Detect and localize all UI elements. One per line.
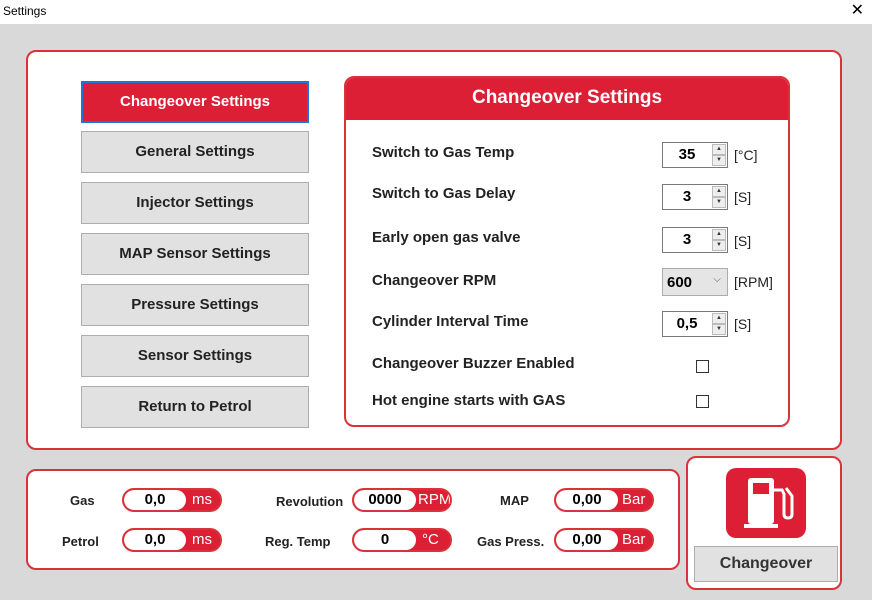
nav-map-sensor-settings[interactable]: MAP Sensor Settings (81, 233, 309, 275)
readouts-panel: Gas 0,0 ms Petrol 0,0 ms Revolution 0000… (26, 469, 680, 570)
gas-temp-arrows[interactable]: ▲ ▼ (712, 144, 726, 166)
changeover-panel: Changeover (686, 456, 842, 590)
cylinder-interval-value[interactable]: 0,5 (663, 312, 711, 336)
gas-readout-value: 0,0 (124, 490, 186, 510)
cylinder-interval-arrows[interactable]: ▲ ▼ (712, 313, 726, 335)
hot-engine-label: Hot engine starts with GAS (372, 392, 566, 409)
buzzer-label: Changeover Buzzer Enabled (372, 355, 575, 372)
hot-engine-checkbox[interactable] (696, 395, 709, 408)
changeover-button[interactable]: Changeover (694, 546, 838, 582)
spin-up-icon[interactable]: ▲ (712, 144, 726, 155)
spin-up-icon[interactable]: ▲ (712, 186, 726, 197)
gas-press-readout-unit: Bar (622, 531, 646, 548)
reg-temp-readout-label: Reg. Temp (265, 534, 331, 549)
spin-up-icon[interactable]: ▲ (712, 229, 726, 240)
changeover-rpm-value[interactable]: 600 (667, 274, 692, 291)
map-readout-label: MAP (500, 493, 529, 508)
gas-delay-value[interactable]: 3 (663, 185, 711, 209)
gas-press-readout-label: Gas Press. (477, 534, 545, 549)
early-open-arrows[interactable]: ▲ ▼ (712, 229, 726, 251)
revolution-readout: 0000 RPM (352, 488, 452, 512)
reg-temp-readout-value: 0 (354, 530, 416, 550)
cylinder-interval-unit: [S] (734, 316, 752, 332)
spin-up-icon[interactable]: ▲ (712, 313, 726, 324)
changeover-settings-panel: Changeover Settings Switch to Gas Temp 3… (344, 76, 790, 427)
early-open-value[interactable]: 3 (663, 228, 711, 252)
window-title: Settings (3, 4, 47, 18)
changeover-rpm-unit: [RPM] (734, 274, 773, 290)
gas-readout-label: Gas (70, 493, 95, 508)
nav-changeover-settings[interactable]: Changeover Settings (81, 81, 309, 123)
revolution-readout-label: Revolution (276, 494, 344, 509)
spin-down-icon[interactable]: ▼ (712, 197, 726, 208)
gas-press-readout-value: 0,00 (556, 530, 618, 550)
gas-temp-value[interactable]: 35 (663, 143, 711, 167)
cylinder-interval-stepper[interactable]: 0,5 ▲ ▼ (662, 311, 728, 337)
gas-readout: 0,0 ms (122, 488, 222, 512)
close-icon[interactable]: ✕ (851, 2, 864, 20)
revolution-readout-value: 0000 (354, 490, 416, 510)
map-readout-value: 0,00 (556, 490, 618, 510)
early-open-stepper[interactable]: 3 ▲ ▼ (662, 227, 728, 253)
nav-sensor-settings[interactable]: Sensor Settings (81, 335, 309, 377)
gas-temp-label: Switch to Gas Temp (372, 144, 515, 161)
changeover-rpm-label: Changeover RPM (372, 272, 497, 289)
revolution-readout-unit: RPM (418, 491, 452, 508)
gas-press-readout: 0,00 Bar (554, 528, 654, 552)
nav-return-to-petrol[interactable]: Return to Petrol (81, 386, 309, 428)
gas-delay-stepper[interactable]: 3 ▲ ▼ (662, 184, 728, 210)
reg-temp-readout: 0 °C (352, 528, 452, 552)
gas-delay-unit: [S] (734, 189, 752, 205)
gas-delay-label: Switch to Gas Delay (372, 185, 516, 202)
nav-injector-settings[interactable]: Injector Settings (81, 182, 309, 224)
title-bar: Settings ✕ (0, 0, 872, 24)
changeover-rpm-select[interactable]: 600 ⌵ (662, 268, 728, 296)
petrol-readout-unit: ms (192, 531, 212, 548)
settings-panel-title: Changeover Settings (346, 78, 788, 120)
gas-temp-unit: [°C] (734, 147, 758, 163)
cylinder-interval-label: Cylinder Interval Time (372, 313, 529, 330)
map-readout-unit: Bar (622, 491, 646, 508)
buzzer-checkbox[interactable] (696, 360, 709, 373)
spin-down-icon[interactable]: ▼ (712, 324, 726, 335)
gas-readout-unit: ms (192, 491, 212, 508)
petrol-readout-value: 0,0 (124, 530, 186, 550)
nav-pressure-settings[interactable]: Pressure Settings (81, 284, 309, 326)
early-open-unit: [S] (734, 233, 752, 249)
spin-down-icon[interactable]: ▼ (712, 240, 726, 251)
gas-delay-arrows[interactable]: ▲ ▼ (712, 186, 726, 208)
gas-temp-stepper[interactable]: 35 ▲ ▼ (662, 142, 728, 168)
reg-temp-readout-unit: °C (422, 531, 439, 548)
nav-general-settings[interactable]: General Settings (81, 131, 309, 173)
chevron-down-icon[interactable]: ⌵ (713, 274, 721, 285)
map-readout: 0,00 Bar (554, 488, 654, 512)
petrol-readout-label: Petrol (62, 534, 99, 549)
spin-down-icon[interactable]: ▼ (712, 155, 726, 166)
petrol-readout: 0,0 ms (122, 528, 222, 552)
fuel-pump-icon (726, 468, 806, 538)
early-open-label: Early open gas valve (372, 229, 521, 246)
fuel-pump-svg (744, 478, 794, 528)
main-panel: Changeover Settings General Settings Inj… (26, 50, 842, 450)
